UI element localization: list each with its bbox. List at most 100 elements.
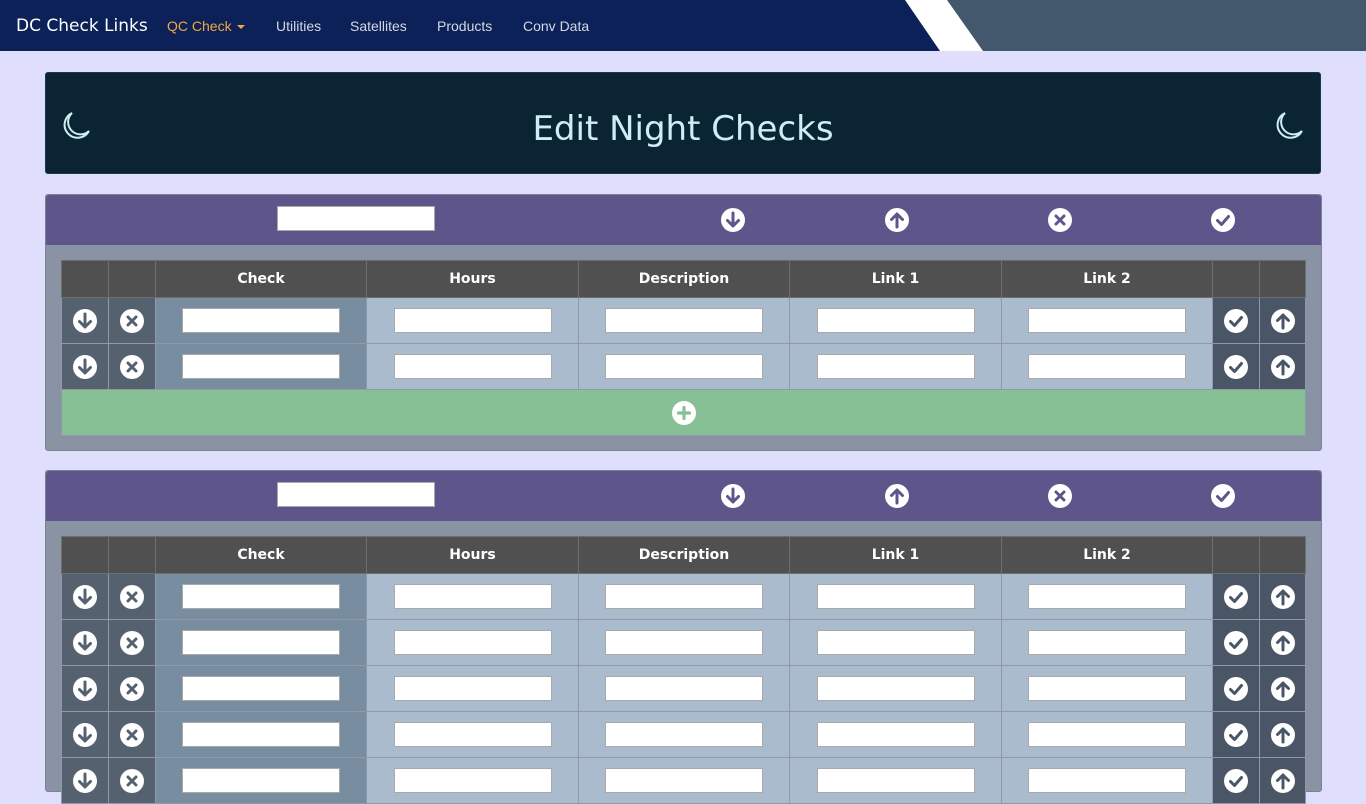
description-input[interactable] bbox=[605, 676, 763, 701]
move-up-icon[interactable] bbox=[1270, 584, 1296, 610]
link2-input[interactable] bbox=[1028, 584, 1186, 609]
move-up-icon[interactable] bbox=[884, 207, 910, 233]
brand-link[interactable]: DC Check Links bbox=[16, 0, 148, 51]
move-down-icon[interactable] bbox=[720, 483, 746, 509]
delete-icon[interactable] bbox=[1047, 483, 1073, 509]
column-header-check: Check bbox=[155, 536, 367, 574]
hours-input[interactable] bbox=[393, 584, 552, 609]
column-header-link1: Link 1 bbox=[789, 536, 1002, 574]
table-row bbox=[61, 619, 1306, 666]
hours-input[interactable] bbox=[393, 768, 552, 793]
check-input[interactable] bbox=[182, 354, 340, 379]
link1-input[interactable] bbox=[816, 768, 975, 793]
confirm-icon[interactable] bbox=[1210, 207, 1236, 233]
dropdown-caret-icon bbox=[236, 25, 245, 30]
nav-item-qc-check[interactable]: QC Check bbox=[167, 0, 245, 51]
description-input[interactable] bbox=[605, 354, 763, 379]
delete-icon[interactable] bbox=[119, 676, 145, 702]
add-check-button[interactable] bbox=[61, 389, 1306, 436]
hours-input[interactable] bbox=[393, 722, 552, 747]
checks-table: Check Hours Description Link 1 Link 2 bbox=[61, 260, 1306, 436]
description-input[interactable] bbox=[605, 630, 763, 655]
link1-input[interactable] bbox=[816, 584, 975, 609]
move-down-icon[interactable] bbox=[72, 308, 98, 334]
hours-input[interactable] bbox=[393, 630, 552, 655]
checks-table: Check Hours Description Link 1 Link 2 bbox=[61, 536, 1306, 804]
move-down-icon[interactable] bbox=[72, 630, 98, 656]
nav-item-products[interactable]: Products bbox=[437, 0, 492, 51]
link2-input[interactable] bbox=[1028, 768, 1186, 793]
move-up-icon[interactable] bbox=[1270, 768, 1296, 794]
hours-input[interactable] bbox=[393, 354, 552, 379]
move-up-icon[interactable] bbox=[1270, 630, 1296, 656]
column-header bbox=[1259, 260, 1306, 298]
confirm-icon[interactable] bbox=[1223, 630, 1249, 656]
move-up-icon[interactable] bbox=[884, 483, 910, 509]
nav-item-utilities[interactable]: Utilities bbox=[276, 0, 321, 51]
column-header bbox=[1259, 536, 1306, 574]
group-name-input[interactable] bbox=[277, 482, 435, 507]
check-input[interactable] bbox=[182, 768, 340, 793]
description-input[interactable] bbox=[605, 722, 763, 747]
check-input[interactable] bbox=[182, 722, 340, 747]
delete-icon[interactable] bbox=[119, 630, 145, 656]
nav-item-satellites[interactable]: Satellites bbox=[350, 0, 407, 51]
column-header-description: Description bbox=[578, 260, 790, 298]
link1-input[interactable] bbox=[816, 630, 975, 655]
column-header bbox=[108, 536, 156, 574]
hours-input[interactable] bbox=[393, 676, 552, 701]
group-name-input[interactable] bbox=[277, 206, 435, 231]
confirm-icon[interactable] bbox=[1223, 308, 1249, 334]
delete-icon[interactable] bbox=[119, 308, 145, 334]
check-input[interactable] bbox=[182, 676, 340, 701]
move-up-icon[interactable] bbox=[1270, 354, 1296, 380]
column-header bbox=[61, 260, 109, 298]
table-header-row: Check Hours Description Link 1 Link 2 bbox=[61, 536, 1306, 574]
table-row bbox=[61, 573, 1306, 620]
link2-input[interactable] bbox=[1028, 308, 1186, 333]
delete-icon[interactable] bbox=[119, 584, 145, 610]
link1-input[interactable] bbox=[816, 676, 975, 701]
move-down-icon[interactable] bbox=[72, 354, 98, 380]
description-input[interactable] bbox=[605, 768, 763, 793]
move-up-icon[interactable] bbox=[1270, 676, 1296, 702]
hours-input[interactable] bbox=[393, 308, 552, 333]
move-up-icon[interactable] bbox=[1270, 308, 1296, 334]
delete-icon[interactable] bbox=[119, 768, 145, 794]
link1-input[interactable] bbox=[816, 308, 975, 333]
link2-input[interactable] bbox=[1028, 354, 1186, 379]
column-header bbox=[1212, 536, 1260, 574]
link1-input[interactable] bbox=[816, 722, 975, 747]
check-input[interactable] bbox=[182, 584, 340, 609]
add-circle-icon[interactable] bbox=[671, 400, 697, 426]
moon-icon bbox=[1276, 112, 1303, 139]
move-down-icon[interactable] bbox=[72, 768, 98, 794]
move-down-icon[interactable] bbox=[72, 722, 98, 748]
move-up-icon[interactable] bbox=[1270, 722, 1296, 748]
link2-input[interactable] bbox=[1028, 630, 1186, 655]
description-input[interactable] bbox=[605, 308, 763, 333]
delete-icon[interactable] bbox=[1047, 207, 1073, 233]
top-navbar: DC Check Links QC Check Utilities Satell… bbox=[0, 0, 1366, 51]
link2-input[interactable] bbox=[1028, 722, 1186, 747]
move-down-icon[interactable] bbox=[72, 676, 98, 702]
link1-input[interactable] bbox=[816, 354, 975, 379]
link2-input[interactable] bbox=[1028, 676, 1186, 701]
delete-icon[interactable] bbox=[119, 722, 145, 748]
check-input[interactable] bbox=[182, 630, 340, 655]
confirm-icon[interactable] bbox=[1223, 584, 1249, 610]
nav-item-conv-data[interactable]: Conv Data bbox=[523, 0, 589, 51]
table-row bbox=[61, 343, 1306, 390]
confirm-icon[interactable] bbox=[1223, 768, 1249, 794]
description-input[interactable] bbox=[605, 584, 763, 609]
table-row bbox=[61, 665, 1306, 712]
delete-icon[interactable] bbox=[119, 354, 145, 380]
check-group-panel: Check Hours Description Link 1 Link 2 bbox=[45, 194, 1322, 451]
move-down-icon[interactable] bbox=[720, 207, 746, 233]
confirm-icon[interactable] bbox=[1223, 354, 1249, 380]
confirm-icon[interactable] bbox=[1223, 676, 1249, 702]
confirm-icon[interactable] bbox=[1210, 483, 1236, 509]
move-down-icon[interactable] bbox=[72, 584, 98, 610]
check-input[interactable] bbox=[182, 308, 340, 333]
confirm-icon[interactable] bbox=[1223, 722, 1249, 748]
